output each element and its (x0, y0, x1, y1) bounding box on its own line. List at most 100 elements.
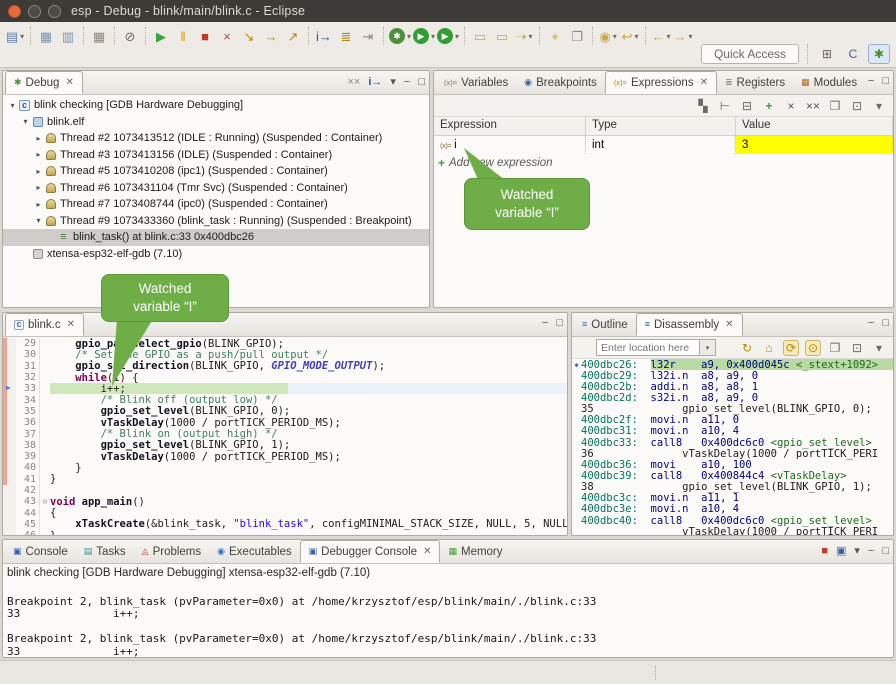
save-icon[interactable]: ▦ (36, 26, 56, 46)
tab-debug[interactable]: ✱ Debug ✕ (5, 71, 83, 94)
disassembly-instruction[interactable]: 400dbc3c: movi.n a11, 1 (572, 493, 893, 504)
run-icon[interactable]: ▶▾ (413, 26, 435, 46)
open-folder-icon[interactable]: ▭ (492, 26, 512, 46)
disassembly-instruction[interactable]: 400dbc2d: s32i.n a8, a9, 0 (572, 392, 893, 403)
skip-all-breakpoints-icon[interactable]: ⊘ (120, 26, 140, 46)
minimize-icon[interactable]: − (542, 317, 548, 329)
disassembly-instruction[interactable]: 400dbc3e: movi.n a10, 4 (572, 504, 893, 515)
minimize-icon[interactable]: − (868, 317, 874, 329)
new-wizard-icon[interactable]: ▤▾ (5, 26, 25, 46)
sync-source-icon[interactable]: ⊙ (805, 340, 821, 356)
tab-breakpoints[interactable]: ◉ Breakpoints (516, 71, 605, 94)
view-menu-icon[interactable]: ▾ (871, 340, 887, 356)
code-line-36[interactable]: 36 vTaskDelay(1000 / portTICK_PERIOD_MS)… (3, 417, 567, 428)
suspend-icon[interactable]: ‖ (173, 26, 193, 46)
maximize-icon[interactable]: □ (418, 76, 425, 88)
quick-access-button[interactable]: Quick Access (701, 44, 799, 64)
code-line-45[interactable]: 45 xTaskCreate(&blink_task, "blink_task"… (3, 519, 567, 530)
tab-modules[interactable]: ▦ Modules (793, 71, 865, 94)
window-minimize-button[interactable] (28, 5, 41, 18)
use-step-filters-icon[interactable]: ⇥ (358, 26, 378, 46)
column-type[interactable]: Type (586, 117, 736, 135)
debug-tree-row[interactable]: ▸Thread #6 1073431104 (Tmr Svc) (Suspend… (3, 180, 429, 197)
debug-tree-row[interactable]: ▸Thread #3 1073413156 (IDLE) (Suspended … (3, 147, 429, 164)
code-line-43[interactable]: 43⊖void app_main() (3, 496, 567, 507)
location-dropdown-icon[interactable]: ▾ (700, 339, 716, 356)
fold-collapse-icon[interactable]: ⊖ (40, 497, 50, 506)
column-expression[interactable]: Expression (434, 117, 586, 135)
close-icon[interactable]: ✕ (65, 77, 73, 88)
minimize-icon[interactable]: − (404, 76, 410, 88)
disassembly-instruction[interactable]: 400dbc31: movi.n a10, 4 (572, 426, 893, 437)
disassembly-instruction[interactable]: 400dbc29: l32i.n a8, a9, 0 (572, 370, 893, 381)
close-icon[interactable]: ✕ (67, 319, 75, 330)
open-perspective-button[interactable]: ⊞ (816, 44, 838, 64)
disassembly-listing[interactable]: ◆400dbc26: l32r a9, 0x400d045c <_stext+1… (572, 359, 893, 535)
pin-icon[interactable]: ⊡ (849, 340, 865, 356)
maximize-icon[interactable]: □ (882, 317, 889, 329)
code-line-46[interactable]: 46} (3, 530, 567, 535)
last-edit-location-icon[interactable]: ↩▾ (620, 26, 640, 46)
code-line-44[interactable]: 44{ (3, 507, 567, 518)
view-menu-icon[interactable]: ▾ (871, 98, 887, 114)
home-icon[interactable]: ⌂ (761, 340, 777, 356)
open-element-icon[interactable]: ❐ (567, 26, 587, 46)
code-line-32[interactable]: 32 while(1) { (3, 372, 567, 383)
disassembly-instruction[interactable]: 400dbc2b: addi.n a8, a8, 1 (572, 381, 893, 392)
code-line-29[interactable]: 29 gpio_pad_select_gpio(BLINK_GPIO); (3, 338, 567, 349)
debug-perspective-button[interactable]: ✱ (868, 44, 890, 64)
expand-arrow-icon[interactable]: ▸ (33, 150, 44, 159)
collapse-all-icon[interactable]: ⊟ (739, 98, 755, 114)
show-source-icon[interactable]: ≣ (336, 26, 356, 46)
disassembly-instruction[interactable]: ◆400dbc26: l32r a9, 0x400d045c <_stext+1… (572, 359, 893, 370)
code-line-39[interactable]: 39 vTaskDelay(1000 / portTICK_PERIOD_MS)… (3, 451, 567, 462)
debug-tree-row[interactable]: ▸Thread #7 1073408744 (ipc0) (Suspended … (3, 196, 429, 213)
instruction-stepping-icon[interactable]: i→ (314, 26, 334, 46)
launch-icon[interactable]: ➝▾ (514, 26, 534, 46)
expand-arrow-icon[interactable]: ▸ (33, 167, 44, 176)
tab-console[interactable]: ▣ Console (5, 540, 76, 563)
instruction-stepping-mode-icon[interactable]: i→ (368, 76, 382, 88)
pin-editor-icon[interactable]: ◉▾ (598, 26, 618, 46)
forward-icon[interactable]: →▾ (673, 26, 693, 46)
refresh-icon[interactable]: ↻ (739, 340, 755, 356)
close-icon[interactable]: ✕ (423, 546, 431, 557)
tab-debugger-console[interactable]: ▣ Debugger Console ✕ (300, 540, 441, 563)
debug-tree-row[interactable]: ▸Thread #5 1073410208 (ipc1) (Suspended … (3, 163, 429, 180)
minimize-icon[interactable]: − (868, 75, 874, 87)
column-value[interactable]: Value (736, 117, 893, 135)
disassembly-instruction[interactable]: 400dbc39: call8 0x400844c4 <vTaskDelay> (572, 470, 893, 481)
debug-tree-row[interactable]: ▾cblink checking [GDB Hardware Debugging… (3, 97, 429, 114)
debug-tree-row[interactable]: ▾blink.elf (3, 114, 429, 131)
tab-memory[interactable]: ▦ Memory (440, 540, 510, 563)
disconnect-icon[interactable]: × (217, 26, 237, 46)
show-type-names-icon[interactable]: ▚ (695, 98, 711, 114)
remove-terminated-icon[interactable]: ×× (347, 76, 360, 88)
step-over-icon[interactable]: → (261, 26, 281, 46)
open-task-icon[interactable]: ▭ (470, 26, 490, 46)
terminate-icon[interactable]: ■ (821, 545, 828, 557)
code-line-31[interactable]: 31 gpio_set_direction(BLINK_GPIO, GPIO_M… (3, 361, 567, 372)
expand-arrow-icon[interactable]: ▸ (33, 183, 44, 192)
minimize-icon[interactable]: − (868, 545, 874, 557)
code-line-35[interactable]: 35 gpio_set_level(BLINK_GPIO, 0); (3, 406, 567, 417)
code-line-38[interactable]: 38 gpio_set_level(BLINK_GPIO, 1); (3, 440, 567, 451)
track-expression-icon[interactable]: ⟳ (783, 340, 799, 356)
code-line-41[interactable]: 41} (3, 474, 567, 485)
debug-tree-row[interactable]: ≡blink_task() at blink.c:33 0x400dbc26 (3, 229, 429, 246)
debug-tree-row[interactable]: ▸Thread #2 1073413512 (IDLE : Running) (… (3, 130, 429, 147)
code-line-40[interactable]: 40 } (3, 462, 567, 473)
add-expression-icon[interactable]: + (761, 98, 777, 114)
step-return-icon[interactable]: ↗ (283, 26, 303, 46)
step-into-icon[interactable]: ↘ (239, 26, 259, 46)
disassembly-instruction[interactable]: 400dbc2f: movi.n a11, 0 (572, 415, 893, 426)
console-menu-icon[interactable]: ▾ (854, 544, 860, 557)
view-menu-icon[interactable]: ▾ (390, 75, 396, 88)
disassembly-instruction[interactable]: 400dbc40: call8 0x400dc6c0 <gpio_set_lev… (572, 515, 893, 526)
code-line-34[interactable]: 34 /* Blink off (output low) */ (3, 394, 567, 405)
maximize-icon[interactable]: □ (882, 75, 889, 87)
build-icon[interactable]: ▦ (89, 26, 109, 46)
expand-arrow-icon[interactable]: ▾ (33, 216, 44, 225)
code-line-37[interactable]: 37 /* Blink on (output high) */ (3, 428, 567, 439)
new-view-icon[interactable]: ❐ (827, 98, 843, 114)
